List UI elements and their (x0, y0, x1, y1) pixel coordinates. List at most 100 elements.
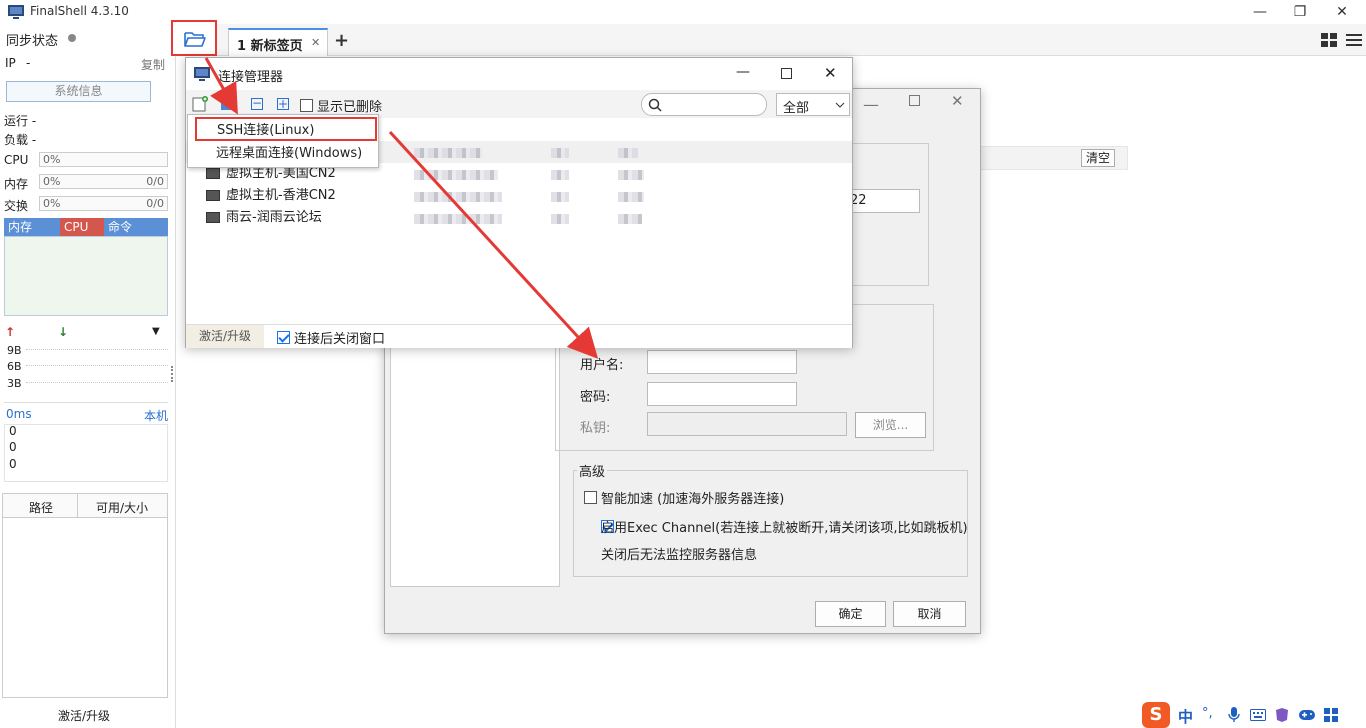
cpu-meter: 0% (39, 152, 168, 167)
net-grid-line (26, 349, 168, 350)
net-grid-line (26, 382, 168, 383)
sogou-logo-icon[interactable]: S (1142, 702, 1170, 728)
collapse-all-icon[interactable]: − (251, 97, 263, 110)
ime-toolbar: S 中 °, (1140, 701, 1366, 728)
dialog-close-button[interactable]: ✕ (951, 92, 964, 110)
tab-memory[interactable]: 内存 (4, 218, 60, 236)
clear-button[interactable]: 清空 (1081, 149, 1115, 167)
cm-close-button[interactable]: ✕ (824, 64, 837, 82)
ok-button[interactable]: 确定 (815, 601, 886, 627)
microphone-icon[interactable] (1228, 707, 1240, 723)
sidebar-activate-link[interactable]: 激活/升级 (58, 707, 110, 724)
tab-command[interactable]: 命令 (104, 218, 168, 236)
browse-button[interactable]: 浏览... (855, 412, 926, 438)
cpu-value: 0% (43, 153, 61, 166)
local-host-link[interactable]: 本机 (144, 407, 168, 424)
filter-select[interactable]: 全部 (776, 93, 850, 116)
minimize-button[interactable]: — (1240, 0, 1280, 24)
blurred-host (414, 148, 482, 158)
keyboard-icon[interactable] (1250, 709, 1266, 721)
tab-close-icon[interactable]: ✕ (311, 36, 320, 49)
toolbox-icon[interactable] (1324, 708, 1338, 722)
maximize-button[interactable]: ❐ (1280, 0, 1320, 24)
net-grid-line (26, 365, 168, 366)
run-label: 运行 - (4, 114, 37, 128)
new-connection-menu: SSH连接(Linux) 远程桌面连接(Windows) (187, 114, 379, 168)
connection-manager-dialog: 连接管理器 — ✕ − + 显示已删除 全部 虚拟主机-美国CN2 虚拟主机-香… (185, 57, 853, 348)
close-button[interactable]: ✕ (1322, 0, 1362, 24)
copy-ip-link[interactable]: 复制 (141, 56, 165, 73)
cm-minimize-button[interactable]: — (736, 64, 750, 80)
smart-accel-checkbox[interactable] (584, 491, 597, 504)
new-file-icon[interactable] (192, 96, 208, 112)
password-input[interactable] (647, 382, 797, 406)
server-icon (206, 168, 220, 179)
ip-label: IP (5, 56, 16, 70)
swap-label: 交换 (4, 199, 29, 213)
load-label: 负载 - (4, 133, 37, 147)
tab-new[interactable]: 1 新标签页 ✕ (228, 28, 328, 56)
blurred-user (618, 170, 644, 180)
disk-col-divider (77, 494, 78, 518)
exec-channel-label: 启用Exec Channel(若连接上就被断开,请关闭该项,比如跳板机) (601, 521, 968, 536)
list-item[interactable]: 雨云-润雨云论坛 (186, 207, 852, 229)
blurred-user (618, 192, 644, 202)
password-label: 密码: (580, 390, 611, 405)
menu-item-rdp[interactable]: 远程桌面连接(Windows) (190, 142, 376, 166)
connection-manager-title: 连接管理器 (218, 70, 284, 85)
latency-level: 0 (9, 424, 17, 438)
cm-maximize-button[interactable] (781, 68, 792, 79)
open-connection-manager-button[interactable] (171, 20, 217, 56)
disk-table: 路径 可用/大小 (2, 493, 168, 698)
search-input[interactable] (641, 93, 767, 116)
swap-meter: 0% 0/0 (39, 196, 168, 211)
layout-grid-icon[interactable] (1321, 33, 1337, 47)
add-tab-button[interactable]: + (334, 30, 349, 51)
new-folder-icon[interactable] (220, 96, 238, 112)
connection-manager-icon (194, 67, 210, 81)
download-arrow-icon: ↓ (58, 325, 69, 339)
memory-meter: 0% 0/0 (39, 174, 168, 189)
latency-label: 0ms (6, 407, 32, 421)
dialog-minimize-button[interactable]: — (863, 95, 879, 114)
monitor-tabs: 内存 CPU 命令 (4, 218, 168, 236)
cm-activate-link[interactable]: 激活/升级 (186, 325, 264, 348)
ime-lang-toggle[interactable]: 中 (1178, 706, 1193, 727)
tab-bar (177, 24, 1366, 56)
server-icon (206, 190, 220, 201)
gamepad-icon[interactable] (1298, 708, 1316, 722)
disk-col-path[interactable]: 路径 (29, 499, 53, 516)
blurred-host (414, 170, 498, 180)
port-input[interactable]: 22 (847, 189, 920, 213)
cpu-label: CPU (4, 153, 29, 167)
net-level: 6B (7, 360, 22, 373)
expand-all-icon[interactable]: + (277, 98, 289, 110)
username-input[interactable] (647, 350, 797, 374)
menu-icon[interactable] (1346, 33, 1362, 47)
cancel-button[interactable]: 取消 (893, 601, 966, 627)
username-label: 用户名: (580, 358, 624, 373)
upload-arrow-icon: ↑ (5, 325, 16, 339)
menu-item-ssh[interactable]: SSH连接(Linux) (195, 117, 377, 141)
tab-cpu[interactable]: CPU (60, 218, 104, 236)
memory-value: 0% (43, 175, 61, 188)
advanced-label: 高级 (577, 461, 608, 480)
show-deleted-checkbox[interactable] (300, 99, 313, 112)
swap-value: 0% (43, 197, 61, 210)
private-key-input[interactable] (647, 412, 847, 436)
close-after-connect-checkbox[interactable] (277, 331, 290, 344)
sidebar-resize-handle[interactable] (171, 366, 175, 382)
list-item[interactable]: 虚拟主机-香港CN2 (186, 185, 852, 207)
dialog-maximize-button[interactable] (909, 95, 920, 106)
system-info-button[interactable]: 系统信息 (6, 81, 151, 102)
folder-open-icon (184, 32, 206, 47)
skin-icon[interactable] (1274, 707, 1290, 723)
connection-manager-footer: 激活/升级 连接后关闭窗口 (186, 324, 852, 348)
disk-col-size[interactable]: 可用/大小 (96, 499, 148, 516)
swap-ratio: 0/0 (146, 197, 164, 210)
network-menu-icon[interactable]: ▼ (152, 326, 160, 337)
category-tree[interactable] (390, 347, 560, 587)
server-icon (206, 212, 220, 223)
blurred-port (551, 148, 569, 158)
ime-punct-toggle[interactable]: °, (1202, 706, 1213, 721)
